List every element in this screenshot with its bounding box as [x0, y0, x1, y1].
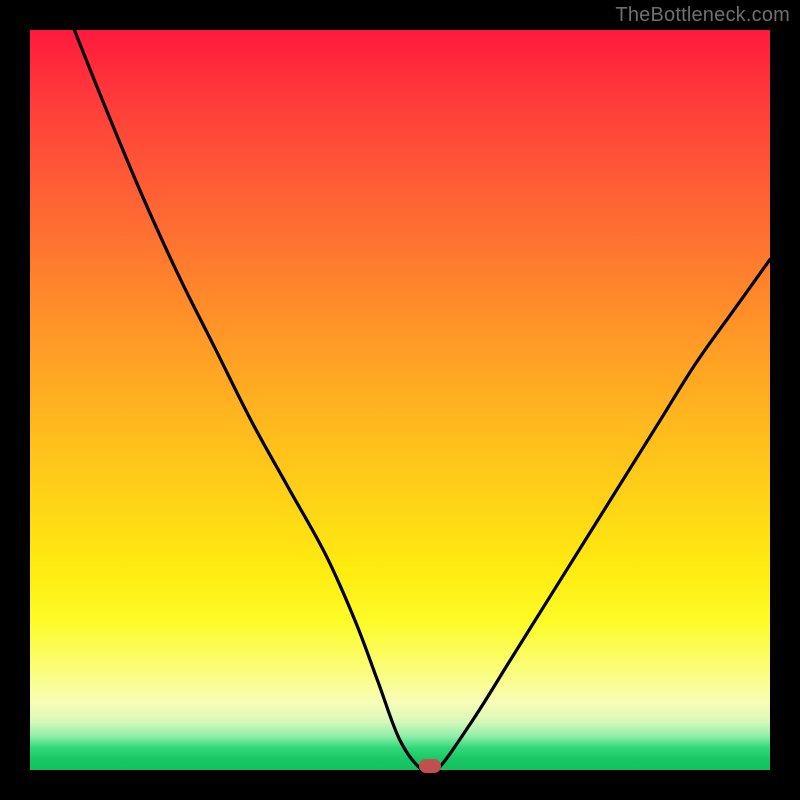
bottleneck-marker	[419, 759, 441, 773]
chart-plot-area	[30, 30, 770, 770]
watermark-text: TheBottleneck.com	[615, 4, 790, 27]
bottleneck-curve	[30, 30, 770, 770]
chart-frame: TheBottleneck.com	[0, 0, 800, 800]
